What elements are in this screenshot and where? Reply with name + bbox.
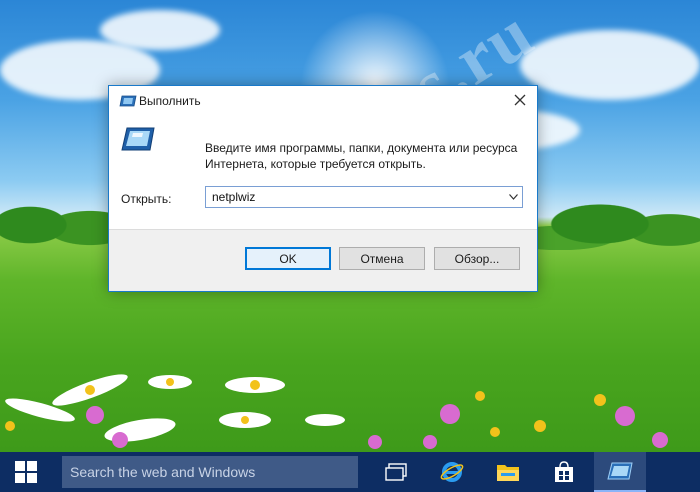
taskbar: Search the web and Windows (0, 452, 700, 492)
cancel-button[interactable]: Отмена (339, 247, 425, 270)
taskbar-search-box[interactable]: Search the web and Windows (62, 456, 358, 488)
open-combobox[interactable] (205, 186, 523, 208)
run-icon (119, 95, 137, 107)
internet-explorer-icon (440, 462, 464, 482)
chevron-down-icon (508, 194, 518, 200)
close-icon (514, 94, 526, 106)
file-explorer-icon (497, 465, 519, 481)
run-program-icon (121, 127, 155, 151)
windows-start-icon (15, 461, 37, 483)
store-button[interactable] (538, 452, 590, 492)
combo-dropdown-button[interactable] (504, 187, 522, 207)
store-icon (555, 461, 573, 482)
dialog-description: Введите имя программы, папки, документа … (205, 141, 518, 171)
task-view-icon (385, 463, 407, 481)
task-view-button[interactable] (370, 452, 422, 492)
run-dialog: Выполнить Введите имя программы, папки, … (108, 85, 538, 292)
dialog-button-bar: OK Отмена Обзор... (109, 229, 537, 291)
run-taskbar-button[interactable] (594, 452, 646, 492)
wallpaper-cloud (520, 30, 700, 100)
file-explorer-button[interactable] (482, 452, 534, 492)
wallpaper-flowers (5, 374, 668, 449)
dialog-body: Введите имя программы, папки, документа … (109, 116, 537, 229)
wallpaper-cloud (100, 10, 220, 50)
dialog-titlebar[interactable]: Выполнить (109, 86, 537, 116)
run-icon (607, 462, 633, 480)
browse-button[interactable]: Обзор... (434, 247, 520, 270)
start-button[interactable] (0, 452, 52, 492)
close-button[interactable] (503, 86, 537, 114)
dialog-title: Выполнить (139, 94, 201, 108)
open-input[interactable] (208, 188, 504, 206)
internet-explorer-button[interactable] (426, 452, 478, 492)
search-placeholder: Search the web and Windows (70, 464, 256, 480)
open-label: Открыть: (121, 192, 172, 206)
ok-button[interactable]: OK (245, 247, 331, 270)
